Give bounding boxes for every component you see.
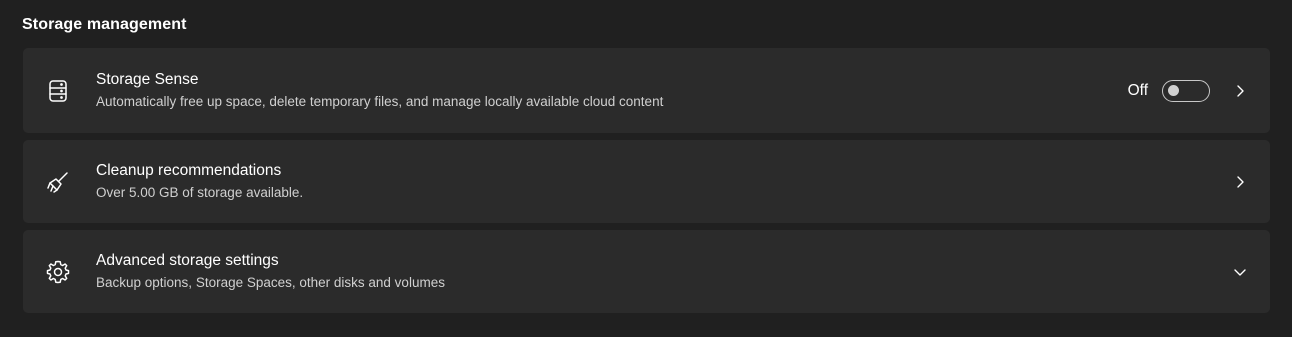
advanced-storage-settings-controls bbox=[1232, 264, 1248, 280]
storage-sense-description: Automatically free up space, delete temp… bbox=[96, 94, 664, 109]
toggle-knob bbox=[1168, 84, 1179, 96]
advanced-storage-settings-description: Backup options, Storage Spaces, other di… bbox=[96, 275, 445, 290]
advanced-storage-settings-text: Advanced storage settings Backup options… bbox=[96, 251, 445, 292]
advanced-storage-settings-title: Advanced storage settings bbox=[96, 252, 279, 269]
storage-sense-controls: Off bbox=[1127, 79, 1248, 102]
cleanup-recommendations-card[interactable]: Cleanup recommendations Over 5.00 GB of … bbox=[23, 140, 1270, 223]
storage-drive-icon bbox=[45, 78, 71, 104]
chevron-right-icon[interactable] bbox=[1232, 174, 1248, 190]
gear-icon bbox=[45, 259, 71, 285]
cleanup-recommendations-description: Over 5.00 GB of storage available. bbox=[96, 185, 304, 200]
cleanup-recommendations-controls bbox=[1232, 174, 1248, 190]
storage-sense-toggle[interactable] bbox=[1162, 79, 1210, 102]
broom-icon bbox=[45, 169, 71, 195]
chevron-right-icon[interactable] bbox=[1232, 83, 1248, 99]
storage-sense-card[interactable]: Storage Sense Automatically free up spac… bbox=[23, 48, 1270, 133]
storage-sense-title: Storage Sense bbox=[96, 71, 199, 88]
chevron-down-icon[interactable] bbox=[1232, 264, 1248, 280]
section-title: Storage management bbox=[22, 16, 187, 33]
cleanup-recommendations-text: Cleanup recommendations Over 5.00 GB of … bbox=[96, 161, 303, 202]
advanced-storage-settings-card[interactable]: Advanced storage settings Backup options… bbox=[23, 230, 1270, 313]
storage-sense-text: Storage Sense Automatically free up spac… bbox=[96, 70, 663, 111]
toggle-state-label: Off bbox=[1127, 81, 1148, 99]
storage-management-page: Storage management Storage Sense Automat… bbox=[0, 0, 1292, 337]
cleanup-recommendations-title: Cleanup recommendations bbox=[96, 162, 282, 179]
